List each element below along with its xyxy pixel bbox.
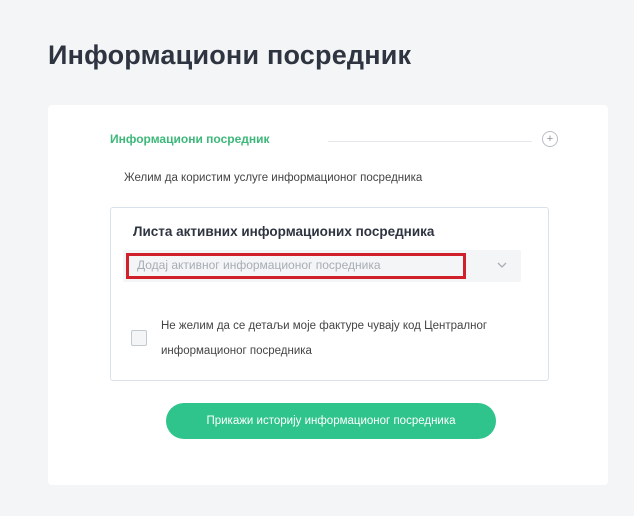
use-service-option[interactable]: Желим да користим услуге информационог п… — [124, 169, 422, 187]
active-intermediaries-panel: Листа активних информационих посредника … — [110, 207, 549, 381]
use-service-label: Желим да користим услуге информационог п… — [124, 172, 423, 184]
plus-circle-icon[interactable]: + — [542, 131, 558, 147]
page-title: Информациони посредник — [48, 40, 412, 70]
section-title: Информациони посредник — [110, 132, 270, 146]
page: Информациони посредник Информациони поср… — [0, 0, 634, 516]
chevron-down-icon[interactable] — [497, 260, 507, 270]
section-header: Информациони посредник + — [110, 129, 558, 151]
active-list-title: Листа активних информационих посредника — [133, 224, 435, 239]
section-divider — [328, 141, 532, 142]
consent-label: Не желим да се детаљи моје фактуре чувај… — [161, 320, 488, 357]
add-intermediary-select[interactable]: Додај активног информационог посредника — [123, 250, 521, 282]
select-placeholder: Додај активног информационог посредника — [137, 258, 381, 272]
consent-checkbox[interactable] — [131, 330, 147, 346]
intermediary-card: Информациони посредник + Желим да корист… — [48, 105, 608, 485]
consent-option[interactable]: Не желим да се детаљи моје фактуре чувај… — [131, 314, 531, 366]
show-history-button[interactable]: Прикажи историју информационог посредник… — [166, 403, 496, 439]
